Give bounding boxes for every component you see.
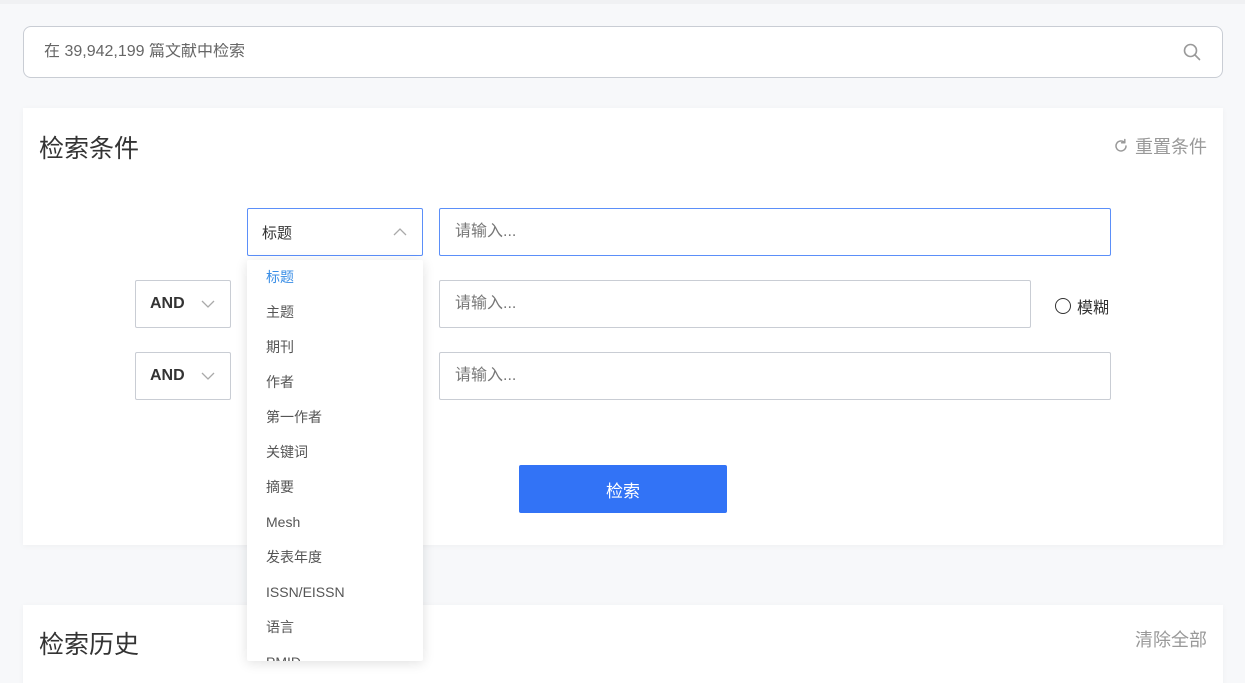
dropdown-option[interactable]: 期刊 <box>247 330 423 365</box>
search-icon[interactable] <box>1182 42 1202 62</box>
fuzzy-radio[interactable] <box>1055 298 1071 314</box>
operator-value-3: AND <box>150 367 185 384</box>
history-title: 检索历史 <box>39 631 140 659</box>
clear-all-button[interactable]: 清除全部 <box>1135 626 1207 652</box>
operator-select-3[interactable]: AND <box>135 352 231 400</box>
field-select-value: 标题 <box>262 224 293 242</box>
dropdown-option[interactable]: PMID <box>247 645 423 661</box>
global-search-bar <box>23 26 1223 78</box>
condition-input-2[interactable] <box>439 280 1031 328</box>
fuzzy-toggle[interactable]: 模糊 <box>1055 294 1109 318</box>
dropdown-option[interactable]: 主题 <box>247 295 423 330</box>
dropdown-option[interactable]: ISSN/EISSN <box>247 575 423 610</box>
fuzzy-label: 模糊 <box>1077 300 1110 317</box>
dropdown-option[interactable]: 发表年度 <box>247 540 423 575</box>
condition-input-1[interactable] <box>439 208 1111 256</box>
reset-conditions-label: 重置条件 <box>1135 137 1207 157</box>
dropdown-option[interactable]: 作者 <box>247 365 423 400</box>
chevron-down-icon <box>201 372 215 380</box>
field-select[interactable]: 标题 <box>247 208 423 256</box>
dropdown-option[interactable]: 语言 <box>247 610 423 645</box>
global-search-input[interactable] <box>44 43 1182 61</box>
refresh-icon <box>1115 138 1127 152</box>
dropdown-option[interactable]: 关键词 <box>247 435 423 470</box>
operator-select-2[interactable]: AND <box>135 280 231 328</box>
chevron-up-icon <box>393 228 407 236</box>
top-strip <box>0 0 1245 4</box>
reset-conditions-button[interactable]: 重置条件 <box>1113 133 1207 159</box>
field-dropdown-menu: 标题 主题 期刊 作者 第一作者 关键词 摘要 Mesh 发表年度 ISSN/E… <box>247 260 423 661</box>
dropdown-option[interactable]: Mesh <box>247 505 423 540</box>
chevron-down-icon <box>201 300 215 308</box>
conditions-title: 检索条件 <box>39 135 140 163</box>
operator-value-2: AND <box>150 295 185 312</box>
search-submit-button[interactable]: 检索 <box>519 465 727 513</box>
dropdown-option[interactable]: 标题 <box>247 260 423 295</box>
dropdown-option[interactable]: 摘要 <box>247 470 423 505</box>
search-history-panel: 检索历史 清除全部 <box>23 605 1223 683</box>
condition-input-3[interactable] <box>439 352 1111 400</box>
dropdown-option[interactable]: 第一作者 <box>247 400 423 435</box>
